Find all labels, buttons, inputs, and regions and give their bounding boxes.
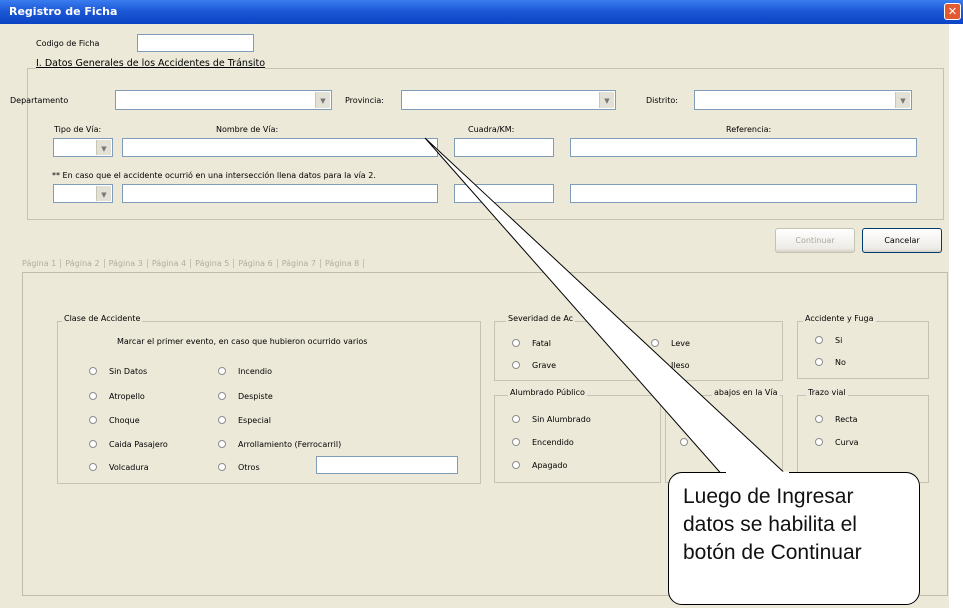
callout-pointer-join <box>726 471 789 474</box>
